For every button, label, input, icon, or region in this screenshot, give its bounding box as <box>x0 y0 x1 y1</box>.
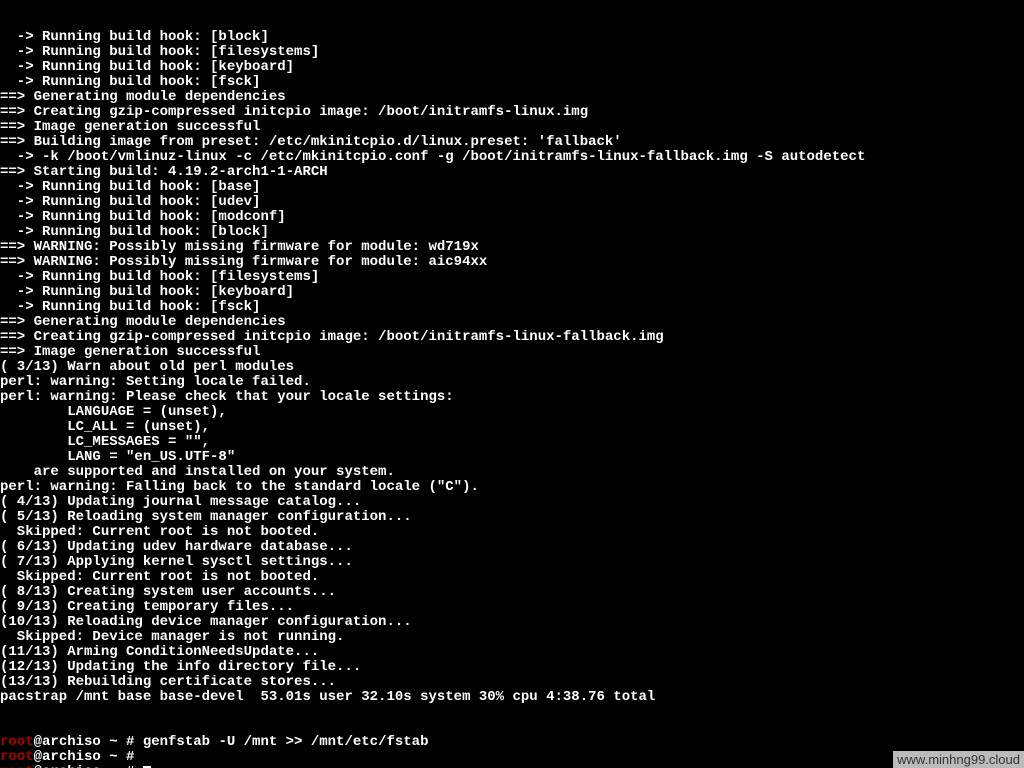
output-line: -> Running build hook: [block] <box>0 30 1024 45</box>
shell-prompt[interactable]: root@archiso ~ # genfstab -U /mnt >> /mn… <box>0 735 1024 750</box>
output-line: -> Running build hook: [filesystems] <box>0 45 1024 60</box>
output-line: -> Running build hook: [fsck] <box>0 300 1024 315</box>
terminal-output[interactable]: -> Running build hook: [block] -> Runnin… <box>0 0 1024 768</box>
output-line: ==> Building image from preset: /etc/mki… <box>0 135 1024 150</box>
output-line: ( 3/13) Warn about old perl modules <box>0 360 1024 375</box>
prompt-host-path: @archiso ~ # <box>34 734 143 750</box>
output-line: ==> Image generation successful <box>0 120 1024 135</box>
output-line: -> Running build hook: [keyboard] <box>0 285 1024 300</box>
output-line: ( 8/13) Creating system user accounts... <box>0 585 1024 600</box>
output-line: are supported and installed on your syst… <box>0 465 1024 480</box>
output-line: (13/13) Rebuilding certificate stores... <box>0 675 1024 690</box>
output-line: perl: warning: Falling back to the stand… <box>0 480 1024 495</box>
output-line: (11/13) Arming ConditionNeedsUpdate... <box>0 645 1024 660</box>
command-text: genfstab -U /mnt >> /mnt/etc/fstab <box>143 734 429 750</box>
prompt-host-path: @archiso ~ # <box>34 749 143 765</box>
output-line: Skipped: Device manager is not running. <box>0 630 1024 645</box>
output-line: -> Running build hook: [base] <box>0 180 1024 195</box>
output-line: -> -k /boot/vmlinuz-linux -c /etc/mkinit… <box>0 150 1024 165</box>
output-line: ==> Generating module dependencies <box>0 315 1024 330</box>
output-line: LANG = "en_US.UTF-8" <box>0 450 1024 465</box>
output-line: ==> Creating gzip-compressed initcpio im… <box>0 105 1024 120</box>
prompt-user: root <box>0 764 34 768</box>
output-line: ==> Image generation successful <box>0 345 1024 360</box>
output-line: perl: warning: Please check that your lo… <box>0 390 1024 405</box>
watermark: www.minhng99.cloud <box>893 751 1024 768</box>
output-line: ==> Generating module dependencies <box>0 90 1024 105</box>
output-line: perl: warning: Setting locale failed. <box>0 375 1024 390</box>
output-line: ==> WARNING: Possibly missing firmware f… <box>0 240 1024 255</box>
output-line: ==> Starting build: 4.19.2-arch1-1-ARCH <box>0 165 1024 180</box>
output-line: ( 4/13) Updating journal message catalog… <box>0 495 1024 510</box>
output-line: (12/13) Updating the info directory file… <box>0 660 1024 675</box>
output-line: -> Running build hook: [modconf] <box>0 210 1024 225</box>
output-line: -> Running build hook: [block] <box>0 225 1024 240</box>
output-line: ( 5/13) Reloading system manager configu… <box>0 510 1024 525</box>
output-line: LC_ALL = (unset), <box>0 420 1024 435</box>
output-line: (10/13) Reloading device manager configu… <box>0 615 1024 630</box>
shell-prompt[interactable]: root@archiso ~ # <box>0 750 1024 765</box>
output-line: ==> Creating gzip-compressed initcpio im… <box>0 330 1024 345</box>
output-line: -> Running build hook: [keyboard] <box>0 60 1024 75</box>
prompt-host-path: @archiso ~ # <box>34 764 143 768</box>
output-line: ( 7/13) Applying kernel sysctl settings.… <box>0 555 1024 570</box>
output-line: ( 6/13) Updating udev hardware database.… <box>0 540 1024 555</box>
output-line: ==> WARNING: Possibly missing firmware f… <box>0 255 1024 270</box>
output-line: Skipped: Current root is not booted. <box>0 525 1024 540</box>
prompt-user: root <box>0 734 34 750</box>
output-line: LC_MESSAGES = "", <box>0 435 1024 450</box>
output-line: LANGUAGE = (unset), <box>0 405 1024 420</box>
prompt-user: root <box>0 749 34 765</box>
output-line: Skipped: Current root is not booted. <box>0 570 1024 585</box>
output-line: pacstrap /mnt base base-devel 53.01s use… <box>0 690 1024 705</box>
output-line: ( 9/13) Creating temporary files... <box>0 600 1024 615</box>
output-line: -> Running build hook: [filesystems] <box>0 270 1024 285</box>
output-line: -> Running build hook: [fsck] <box>0 75 1024 90</box>
output-line: -> Running build hook: [udev] <box>0 195 1024 210</box>
